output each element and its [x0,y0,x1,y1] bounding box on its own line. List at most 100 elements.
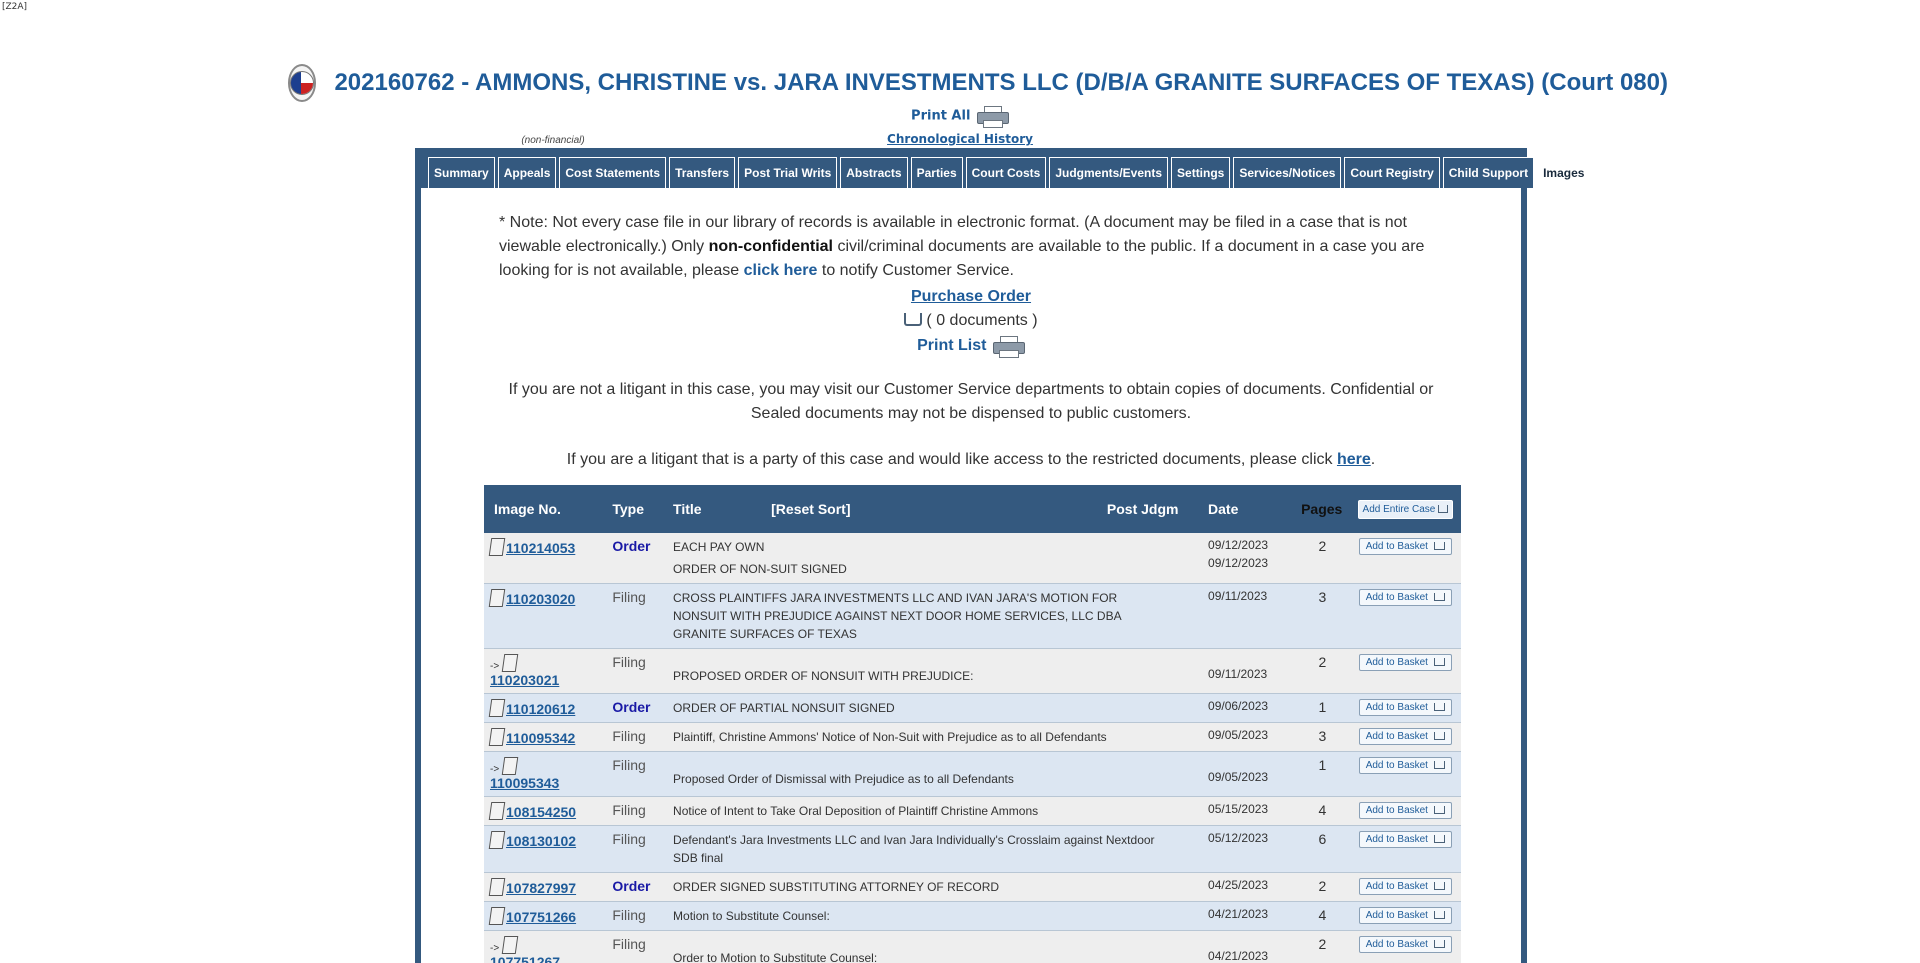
restricted-access-link[interactable]: here [1337,451,1371,468]
cell-pages: 2 [1295,533,1350,584]
tab-services-notices[interactable]: Services/Notices [1233,157,1342,188]
tab-child-support[interactable]: Child Support [1442,157,1535,188]
add-to-basket-button[interactable]: Add to Basket [1358,831,1452,848]
cart-icon[interactable] [904,313,923,326]
title-line-1: Notice of Intent to Take Oral Deposition… [673,804,1039,818]
header-pages[interactable]: Pages [1295,485,1350,533]
image-link[interactable]: 110095343 [490,775,559,791]
chronological-history-row: Chronological History [0,132,1920,146]
header-type[interactable]: Type [606,485,668,533]
cell-date: 05/15/2023 [1202,796,1296,826]
tab-appeals[interactable]: Appeals [497,157,557,188]
cell-date: 09/06/2023 [1202,693,1296,723]
cell-image-no: 108154250 [484,796,607,826]
date-line-1: 09/05/2023 [1208,728,1269,742]
cell-pages: 1 [1295,693,1350,723]
cell-image-no: -> 110095343 [484,751,607,797]
tab-parties[interactable]: Parties [910,157,963,188]
printer-icon[interactable] [992,336,1025,358]
cart-icon [1433,761,1445,769]
add-to-basket-button[interactable]: Add to Basket [1358,757,1452,774]
cell-image-no: -> 110203021 [484,648,607,694]
table-row: 107827997 Order ORDER SIGNED SUBSTITUTIN… [484,872,1461,902]
cell-add: Add to Basket [1349,901,1461,931]
add-to-basket-button[interactable]: Add to Basket [1358,936,1452,953]
header-date[interactable]: Date [1202,485,1296,533]
cell-add: Add to Basket [1349,583,1461,649]
document-icon [488,831,506,849]
image-link[interactable]: 110095342 [506,730,575,746]
image-link[interactable]: 107751266 [506,909,576,925]
tab-summary[interactable]: Summary [428,157,495,188]
print-list-link[interactable]: Print List [917,337,986,354]
tab-cost-statements[interactable]: Cost Statements [559,157,667,188]
date-line-2: 09/12/2023 [1208,556,1269,570]
add-to-basket-button[interactable]: Add to Basket [1358,538,1452,555]
add-to-basket-label: Add to Basket [1365,657,1428,668]
image-link[interactable]: 110214053 [506,540,575,556]
add-to-basket-button[interactable]: Add to Basket [1358,802,1452,819]
image-link[interactable]: 110120612 [506,701,575,717]
table-row: 110203020 Filing CROSS PLAINTIFFS JARA I… [484,583,1461,649]
tab-court-registry[interactable]: Court Registry [1344,157,1440,188]
cell-image-no: 110095342 [484,722,607,752]
cell-type: Filing [606,583,668,649]
header-reset-sort[interactable]: [Reset Sort] [765,485,1101,533]
image-link[interactable]: 110203021 [490,672,559,688]
chronological-history-link[interactable]: Chronological History [887,132,1033,146]
printer-icon[interactable] [976,106,1009,128]
basket-count: ( 0 documents ) [926,312,1038,329]
cell-date: 04/25/2023 [1202,872,1296,902]
cell-date: 09/05/2023 [1202,751,1296,797]
cart-icon [1433,593,1445,601]
purchase-order-link[interactable]: Purchase Order [911,288,1031,305]
add-to-basket-button[interactable]: Add to Basket [1358,907,1452,924]
tab-judgments-events[interactable]: Judgments/Events [1049,157,1169,188]
table-row: 110120612 Order ORDER OF PARTIAL NONSUIT… [484,693,1461,723]
header-title[interactable]: Title [667,485,766,533]
title-line-1: Defendant's Jara Investments LLC and Iva… [673,833,1155,865]
table-row: -> 107751267 Filing Order to Motion to S… [484,930,1461,963]
cell-add: Add to Basket [1349,930,1461,963]
add-to-basket-button[interactable]: Add to Basket [1358,654,1452,671]
tab-images[interactable]: Images [1537,157,1591,188]
cell-image-no: 110214053 [484,533,607,584]
cart-icon [1433,882,1445,890]
header-image-no[interactable]: Image No. [484,485,607,533]
date-line-1: 09/12/2023 [1208,538,1269,552]
print-all-link[interactable]: Print All [911,109,970,124]
add-to-basket-button[interactable]: Add to Basket [1358,699,1452,716]
tab-abstracts[interactable]: Abstracts [840,157,908,188]
cell-add: Add to Basket [1349,533,1461,584]
print-list-row: Print List [421,336,1521,358]
add-to-basket-button[interactable]: Add to Basket [1358,728,1452,745]
cell-date: 09/11/2023 [1202,583,1296,649]
add-to-basket-button[interactable]: Add to Basket [1358,589,1452,606]
tab-post-trial-writs[interactable]: Post Trial Writs [738,157,838,188]
cell-pages: 3 [1295,583,1350,649]
cell-title: Plaintiff, Christine Ammons' Notice of N… [667,722,1203,752]
title-line-1: PROPOSED ORDER OF NONSUIT WITH PREJUDICE… [673,669,974,683]
document-icon [488,699,506,717]
title-line-1: Proposed Order of Dismissal with Prejudi… [673,772,1014,786]
image-link[interactable]: 107827997 [506,880,576,896]
add-to-basket-label: Add to Basket [1365,541,1428,552]
add-to-basket-button[interactable]: Add to Basket [1358,878,1452,895]
image-link[interactable]: 108154250 [506,804,576,820]
add-entire-case-button[interactable]: Add Entire Case [1357,500,1454,519]
date-line-1: 09/11/2023 [1208,589,1268,603]
cell-type: Filing [606,722,668,752]
tab-court-costs[interactable]: Court Costs [965,157,1047,188]
purchase-order-row: Purchase Order [421,288,1521,306]
case-panel: Summary Appeals Cost Statements Transfers Po… [415,148,1591,963]
image-link[interactable]: 110203020 [506,591,575,607]
table-row: 110095342 Filing Plaintiff, Christine Am… [484,722,1461,752]
image-link[interactable]: 108130102 [506,833,576,849]
tab-settings[interactable]: Settings [1171,157,1231,188]
header-post-jdgm[interactable]: Post Jdgm [1100,485,1203,533]
cell-type: Order [606,533,668,584]
image-link[interactable]: 107751267 [490,954,560,963]
notify-customer-service-link[interactable]: click here [744,262,818,279]
cell-pages: 2 [1295,872,1350,902]
tab-transfers[interactable]: Transfers [669,157,736,188]
